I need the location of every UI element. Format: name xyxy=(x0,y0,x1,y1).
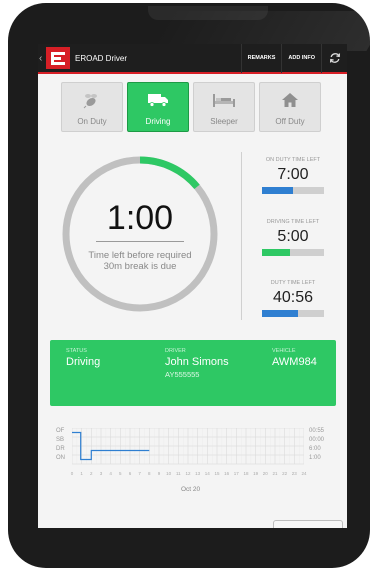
driving-label: Driving xyxy=(145,117,171,126)
off-duty-button[interactable]: Off Duty xyxy=(259,82,321,132)
total-dr: 6:00 xyxy=(309,446,321,452)
back-chevron-icon[interactable]: ‹ xyxy=(39,53,45,64)
driving-button[interactable]: Driving xyxy=(127,82,189,132)
house-icon xyxy=(281,91,299,109)
driving-progress-bar xyxy=(262,249,324,256)
vehicle-value: AWM984 xyxy=(272,356,317,368)
on-duty-timer: ON DUTY TIME LEFT 7:00 xyxy=(248,157,338,194)
hour-tick-label: 23 xyxy=(291,471,297,476)
driver-name: John Simons xyxy=(165,356,229,368)
log-grid xyxy=(72,428,304,465)
driving-timer-label: DRIVING TIME LEFT xyxy=(266,219,320,225)
total-of: 00:55 xyxy=(309,428,325,434)
dial-divider xyxy=(96,241,184,242)
dial-caption: Time left before required 30m break is d… xyxy=(60,250,220,272)
duty-progress-fill xyxy=(262,310,298,317)
duty-progress-bar xyxy=(262,310,324,317)
on-duty-progress-fill xyxy=(262,187,293,194)
status-column: STATUS Driving xyxy=(66,348,100,368)
vehicle-label: VEHICLE xyxy=(272,348,296,354)
hour-tick-label: 10 xyxy=(166,471,172,476)
refresh-icon[interactable] xyxy=(321,44,347,73)
hour-tick-label: 20 xyxy=(262,471,268,476)
driving-timer: DRIVING TIME LEFT 5:00 xyxy=(248,219,338,256)
hour-tick-label: 14 xyxy=(204,471,210,476)
status-label: STATUS xyxy=(66,348,87,354)
on-duty-timer-label: ON DUTY TIME LEFT xyxy=(265,157,321,163)
hour-tick-label: 7 xyxy=(138,471,141,476)
dial-progress-arc xyxy=(139,156,200,190)
vehicle-column: VEHICLE AWM984 xyxy=(272,348,317,368)
sleeper-label: Sleeper xyxy=(210,117,238,126)
hour-tick-label: 4 xyxy=(109,471,112,476)
driver-column: DRIVER John Simons AY555555 xyxy=(165,348,229,379)
hour-tick-label: 19 xyxy=(253,471,259,476)
hour-tick-label: 1 xyxy=(80,471,83,476)
app-bar: ‹ EROAD Driver REMARKS ADD INFO xyxy=(38,44,347,74)
app-screen: ‹ EROAD Driver REMARKS ADD INFO On Duty … xyxy=(38,44,347,528)
off-duty-label: Off Duty xyxy=(275,117,305,126)
hour-tick-label: 12 xyxy=(185,471,191,476)
bottom-pull-tab[interactable] xyxy=(273,520,343,528)
on-duty-progress-bar xyxy=(262,187,324,194)
hour-tick-label: 24 xyxy=(301,471,307,476)
driver-label: DRIVER xyxy=(165,348,186,354)
on-duty-label: On Duty xyxy=(77,117,107,126)
on-duty-timer-value: 7:00 xyxy=(277,166,309,183)
sleeper-button[interactable]: Sleeper xyxy=(193,82,255,132)
on-duty-button[interactable]: On Duty xyxy=(61,82,123,132)
status-card[interactable]: STATUS Driving DRIVER John Simons AY5555… xyxy=(50,340,336,406)
status-value: Driving xyxy=(66,356,101,368)
hour-tick-label: 5 xyxy=(119,471,122,476)
hour-tick-label: 6 xyxy=(128,471,132,476)
total-sb: 00:00 xyxy=(309,437,325,443)
row-label-dr: DR xyxy=(56,446,65,452)
hour-tick-label: 8 xyxy=(148,471,151,476)
app-title: EROAD Driver xyxy=(75,53,128,63)
hour-tick-label: 2 xyxy=(90,471,93,476)
duty-timer: DUTY TIME LEFT 40:56 xyxy=(248,280,338,317)
driving-timer-value: 5:00 xyxy=(277,228,309,245)
bed-icon xyxy=(212,91,236,109)
driving-progress-fill xyxy=(262,249,290,256)
break-time-left: 1:00 xyxy=(106,199,174,237)
remarks-button[interactable]: REMARKS xyxy=(240,44,282,73)
hour-tick-label: 22 xyxy=(282,471,288,476)
hour-tick-label: 18 xyxy=(243,471,249,476)
duty-timer-value: 40:56 xyxy=(272,289,314,306)
hour-tick-label: 3 xyxy=(99,471,103,476)
hour-tick-label: 11 xyxy=(175,471,181,476)
driver-id: AY555555 xyxy=(165,370,200,379)
hour-tick-label: 15 xyxy=(214,471,220,476)
log-date: Oct 20 xyxy=(181,486,201,493)
hour-tick-label: 13 xyxy=(195,471,201,476)
hour-tick-label: 17 xyxy=(233,471,239,476)
add-info-button[interactable]: ADD INFO xyxy=(281,44,321,73)
dial-caption-line2: 30m break is due xyxy=(103,261,177,272)
row-label-on: ON xyxy=(56,455,65,461)
row-label-of: OF xyxy=(56,428,65,434)
dial-caption-line1: Time left before required xyxy=(88,250,192,261)
hour-tick-label: 9 xyxy=(157,471,161,476)
duty-log-graph[interactable]: OF SB DR ON 00:55 00:00 6:00 1:00 012345… xyxy=(38,424,347,514)
eroad-logo xyxy=(46,47,70,69)
hour-tick-label: 21 xyxy=(272,471,278,476)
duty-timer-label: DUTY TIME LEFT xyxy=(270,280,316,286)
row-label-sb: SB xyxy=(56,437,65,443)
total-on: 1:00 xyxy=(309,455,321,461)
timers-divider xyxy=(241,152,242,320)
truck-icon xyxy=(147,91,169,109)
bee-icon xyxy=(82,91,102,109)
hour-tick-label: 0 xyxy=(70,471,74,476)
hour-tick-label: 16 xyxy=(224,471,230,476)
